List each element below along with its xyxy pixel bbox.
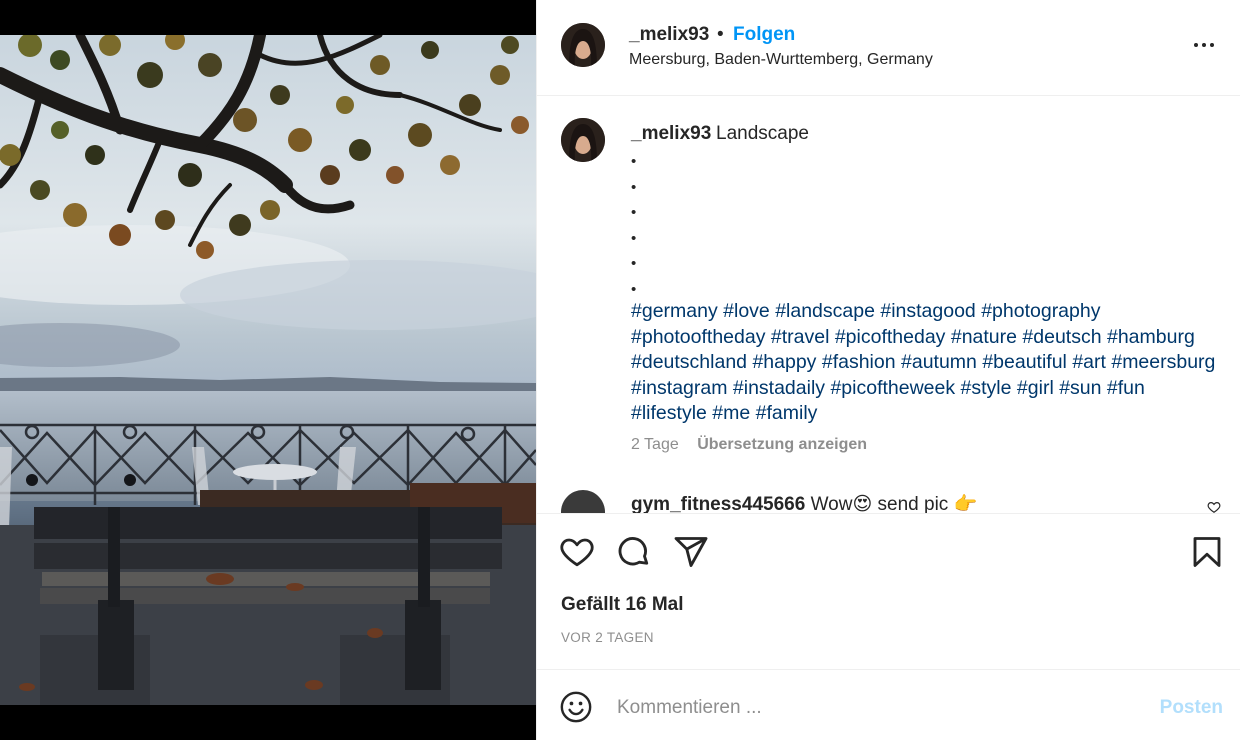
hashtag-link[interactable]: #fashion xyxy=(822,351,896,373)
post-comment-button[interactable]: Posten xyxy=(1160,697,1223,719)
hashtag-link[interactable]: #photography xyxy=(981,300,1100,322)
hashtag-link[interactable]: #me xyxy=(712,402,750,424)
hashtag-link[interactable]: #picoftheweek xyxy=(830,377,955,399)
hashtag-link[interactable]: #instagram xyxy=(631,377,727,399)
likes-count[interactable]: Gefällt 16 Mal xyxy=(561,594,684,616)
hashtag-link[interactable]: #art xyxy=(1072,351,1106,373)
post-photo[interactable] xyxy=(0,35,536,705)
hashtag-link[interactable]: #instadaily xyxy=(733,377,825,399)
commenter-username[interactable]: gym_fitness445666 xyxy=(631,494,805,513)
author-username[interactable]: _melix93 xyxy=(629,24,709,46)
hashtag-link[interactable]: #nature xyxy=(951,326,1017,348)
caption-text: Landscape xyxy=(716,123,809,144)
hashtag-link[interactable]: #fun xyxy=(1107,377,1145,399)
comment-body: Wow😍 send pic 👉 xyxy=(810,494,978,513)
lake-bench-scene xyxy=(0,35,536,705)
hashtag-link[interactable]: #happy xyxy=(752,351,816,373)
hashtag-link[interactable]: #autumn xyxy=(901,351,977,373)
caption-meta: 2 Tage Übersetzung anzeigen xyxy=(631,436,867,454)
hashtag-link[interactable]: #meersburg xyxy=(1111,351,1215,373)
hashtag-link[interactable]: #photooftheday xyxy=(631,326,765,348)
comment-input[interactable] xyxy=(617,690,1137,726)
follow-button[interactable]: Folgen xyxy=(733,24,795,46)
separator-dot: • xyxy=(717,24,724,45)
hashtag-link[interactable]: #travel xyxy=(771,326,830,348)
post-location[interactable]: Meersburg, Baden-Wurttemberg, Germany xyxy=(629,51,933,69)
hashtag-link[interactable]: #deutschland xyxy=(631,351,747,373)
hashtag-link[interactable]: #lifestyle xyxy=(631,402,707,424)
post-header: _melix93 • Folgen Meersburg, Baden-Wurtt… xyxy=(537,0,1240,96)
hashtag-link[interactable]: #germany xyxy=(631,300,718,322)
add-comment-bar: Posten xyxy=(537,670,1240,740)
hashtag-link[interactable]: #girl xyxy=(1017,377,1054,399)
more-options-icon[interactable] xyxy=(1189,30,1219,60)
post-media xyxy=(0,0,536,740)
avatar-image xyxy=(561,23,605,67)
translate-button[interactable]: Übersetzung anzeigen xyxy=(697,436,867,453)
hashtag-link[interactable]: #love xyxy=(723,300,770,322)
caption-username[interactable]: _melix93 xyxy=(631,123,711,145)
author-avatar[interactable] xyxy=(561,23,605,67)
hashtag-link[interactable]: #sun xyxy=(1059,377,1101,399)
comment-like-icon[interactable] xyxy=(1207,500,1221,513)
hashtag-link[interactable]: #hamburg xyxy=(1107,326,1195,348)
caption-bullets: • • • • • • xyxy=(631,153,637,298)
post-details-panel: _melix93 • Folgen Meersburg, Baden-Wurtt… xyxy=(536,0,1240,740)
comments-section: _melix93 Landscape • • • • • • #germany … xyxy=(537,97,1240,513)
comment-text: gym_fitness445666 Wow😍 send pic 👉 xyxy=(631,492,977,513)
heart-icon[interactable] xyxy=(559,534,595,570)
post-actions: Gefällt 16 Mal VOR 2 TAGEN xyxy=(537,513,1240,670)
hashtag-link[interactable]: #style xyxy=(961,377,1012,399)
hashtag-link[interactable]: #beautiful xyxy=(982,351,1067,373)
comment-icon[interactable] xyxy=(616,534,652,570)
commenter-avatar[interactable] xyxy=(561,490,605,513)
hashtag-link[interactable]: #deutsch xyxy=(1022,326,1101,348)
hashtag-link[interactable]: #instagood xyxy=(880,300,975,322)
caption-age: 2 Tage xyxy=(631,436,679,453)
avatar-image xyxy=(561,118,605,162)
hashtag-link[interactable]: #landscape xyxy=(775,300,875,322)
bookmark-icon[interactable] xyxy=(1189,534,1225,570)
share-icon[interactable] xyxy=(673,534,709,570)
comment-item: gym_fitness445666 Wow😍 send pic 👉 xyxy=(561,490,1221,513)
post-timestamp: VOR 2 TAGEN xyxy=(561,630,654,645)
caption-avatar[interactable] xyxy=(561,118,605,162)
hashtag-link[interactable]: #family xyxy=(756,402,818,424)
hashtag-link[interactable]: #picoftheday xyxy=(835,326,946,348)
caption-hashtags: #germany #love #landscape #instagood #ph… xyxy=(631,299,1221,427)
emoji-icon[interactable] xyxy=(559,690,593,724)
